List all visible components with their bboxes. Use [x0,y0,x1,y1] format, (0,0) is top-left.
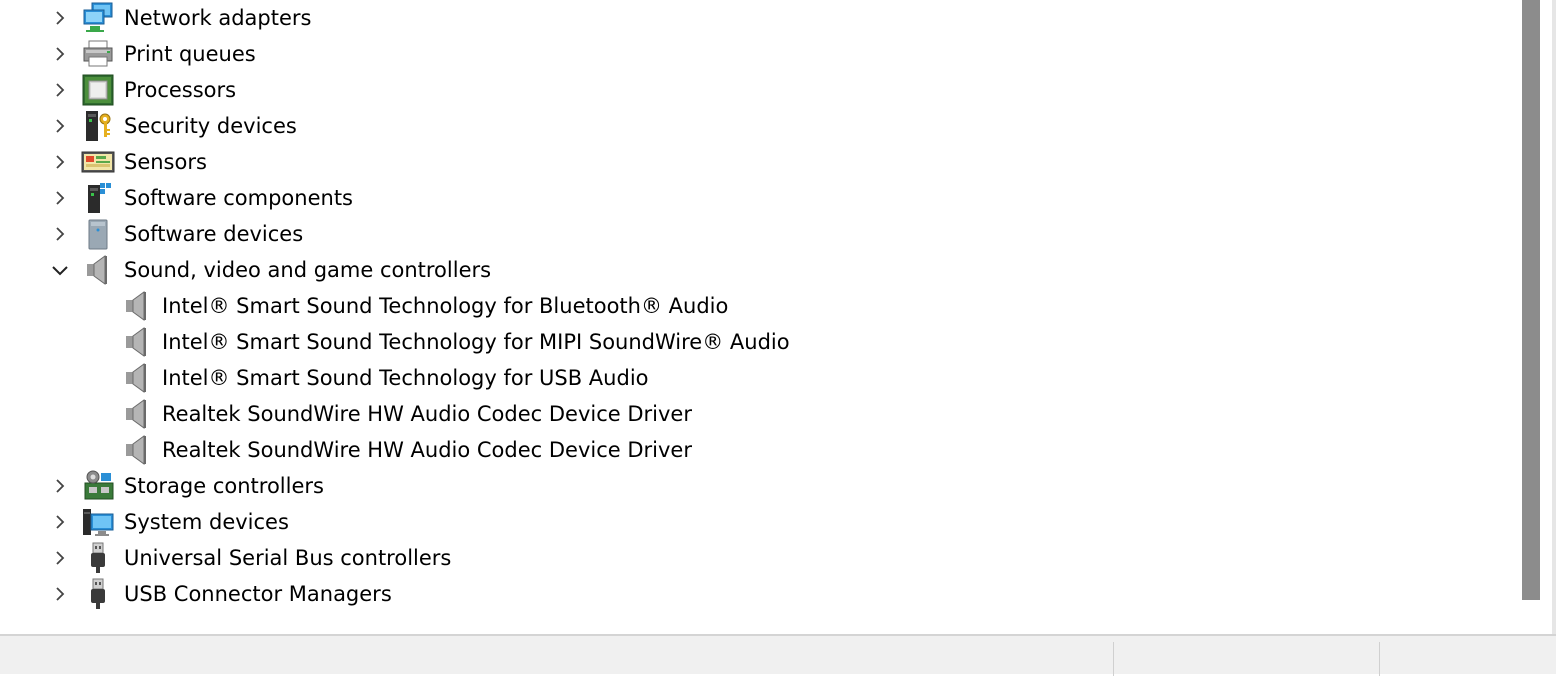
tree-item-label: Processors [124,78,237,102]
chevron-right-icon[interactable] [50,224,70,244]
usb-plug-icon [81,541,115,575]
chevron-right-icon[interactable] [50,80,70,100]
processor-chip-icon [81,73,115,107]
speaker-icon [120,397,154,431]
speaker-icon [120,433,154,467]
security-key-icon [81,109,115,143]
system-device-icon [81,505,115,539]
chevron-right-icon[interactable] [50,548,70,568]
device-tree-view: Network adapters Print queues Processors… [0,0,1518,634]
chevron-down-icon[interactable] [50,260,70,280]
chevron-right-icon[interactable] [50,44,70,64]
chevron-right-icon[interactable] [50,8,70,28]
tree-item-security-devices[interactable]: Security devices [0,108,1500,144]
status-bar [0,634,1556,676]
tree-item-label: Intel® Smart Sound Technology for Blueto… [162,294,729,318]
tree-item-software-devices[interactable]: Software devices [0,216,1500,252]
tree-item-label: Sound, video and game controllers [124,258,492,282]
chevron-right-icon[interactable] [50,152,70,172]
speaker-icon [81,253,115,287]
chevron-right-icon[interactable] [50,584,70,604]
usb-plug-icon [81,577,115,611]
storage-controller-icon [81,469,115,503]
speaker-icon [120,289,154,323]
tree-item-label: Realtek SoundWire HW Audio Codec Device … [162,402,692,426]
tree-item-label: Intel® Smart Sound Technology for USB Au… [162,366,649,390]
status-bar-divider [1113,642,1114,676]
tree-item-label: Security devices [124,114,297,138]
software-component-icon [81,181,115,215]
tree-item-sound-video-game-controllers[interactable]: Sound, video and game controllers [0,252,1500,288]
scrollbar-thumb[interactable] [1522,0,1540,600]
software-device-icon [81,217,115,251]
sensor-icon [81,145,115,179]
tree-item-label: Sensors [124,150,207,174]
vertical-scrollbar[interactable] [1518,0,1556,634]
tree-item-processors[interactable]: Processors [0,72,1500,108]
window-edge [1552,0,1556,634]
network-adapter-icon [81,1,115,35]
tree-item-system-devices[interactable]: System devices [0,504,1500,540]
tree-item-label: USB Connector Managers [124,582,392,606]
tree-item-label: Network adapters [124,6,312,30]
tree-item-storage-controllers[interactable]: Storage controllers [0,468,1500,504]
tree-item-network-adapters[interactable]: Network adapters [0,0,1500,36]
printer-icon [81,37,115,71]
chevron-right-icon[interactable] [50,116,70,136]
chevron-right-icon[interactable] [50,512,70,532]
tree-child-item[interactable]: Realtek SoundWire HW Audio Codec Device … [0,396,1500,432]
status-bar-divider [1379,642,1380,676]
speaker-icon [120,361,154,395]
tree-child-item[interactable]: Intel® Smart Sound Technology for Blueto… [0,288,1500,324]
tree-item-label: Software devices [124,222,304,246]
tree-child-item[interactable]: Realtek SoundWire HW Audio Codec Device … [0,432,1500,468]
tree-item-software-components[interactable]: Software components [0,180,1500,216]
tree-child-item[interactable]: Intel® Smart Sound Technology for MIPI S… [0,324,1500,360]
tree-item-usb-controllers[interactable]: Universal Serial Bus controllers [0,540,1500,576]
tree-item-label: Universal Serial Bus controllers [124,546,452,570]
tree-child-item[interactable]: Intel® Smart Sound Technology for USB Au… [0,360,1500,396]
tree-item-usb-connector-managers[interactable]: USB Connector Managers [0,576,1500,612]
tree-item-label: Realtek SoundWire HW Audio Codec Device … [162,438,692,462]
tree-item-label: Print queues [124,42,256,66]
tree-item-label: Storage controllers [124,474,324,498]
tree-item-label: Software components [124,186,353,210]
tree-item-label: Intel® Smart Sound Technology for MIPI S… [162,330,790,354]
tree-item-print-queues[interactable]: Print queues [0,36,1500,72]
tree-item-sensors[interactable]: Sensors [0,144,1500,180]
chevron-right-icon[interactable] [50,476,70,496]
speaker-icon [120,325,154,359]
chevron-right-icon[interactable] [50,188,70,208]
tree-item-label: System devices [124,510,289,534]
